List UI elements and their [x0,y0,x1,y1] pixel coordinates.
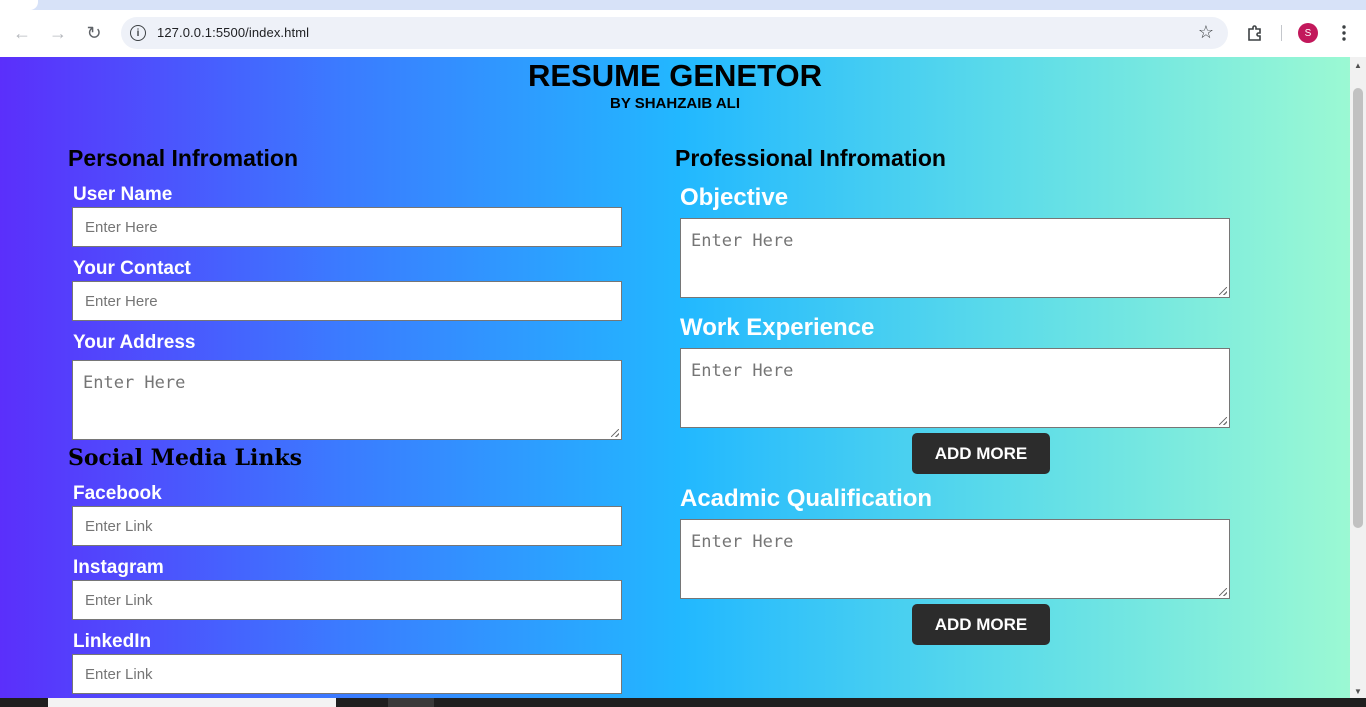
browser-toolbar: ← → ↻ i 127.0.0.1:5500/index.html ☆ S [0,10,1366,57]
tab-strip [0,0,1366,10]
work-experience-label: Work Experience [680,314,875,341]
objective-textarea[interactable]: Enter Here [680,218,1230,298]
site-info-icon[interactable]: i [130,25,146,41]
scroll-up-arrow-icon[interactable]: ▲ [1354,61,1362,70]
contact-input[interactable]: Enter Here [72,281,622,321]
facebook-input[interactable]: Enter Link [72,506,622,546]
add-more-qualification-button[interactable]: ADD MORE [912,604,1050,645]
page-title: RESUME GENETOR [528,58,822,93]
qualification-label: Acadmic Qualification [680,485,933,512]
extensions-puzzle-icon[interactable] [1244,22,1266,44]
objective-label: Objective [680,184,789,211]
resize-grip-icon[interactable] [611,429,619,437]
resize-grip-icon[interactable] [1219,588,1227,596]
work-experience-placeholder: Enter Here [691,361,794,381]
user-name-label: User Name [73,184,173,205]
address-textarea[interactable]: Enter Here [72,360,622,440]
work-experience-textarea[interactable]: Enter Here [680,348,1230,428]
scrollbar-thumb[interactable] [1353,88,1363,528]
taskbar-app-button[interactable] [388,698,434,707]
add-more-experience-button[interactable]: ADD MORE [912,433,1050,474]
contact-label: Your Contact [73,258,191,279]
url-text[interactable]: 127.0.0.1:5500/index.html [157,25,309,40]
address-bar[interactable]: i 127.0.0.1:5500/index.html ☆ [121,17,1228,49]
objective-placeholder: Enter Here [691,231,794,251]
instagram-input[interactable]: Enter Link [72,580,622,620]
professional-info-heading: Professional Infromation [675,145,946,171]
address-placeholder: Enter Here [83,373,186,393]
instagram-label: Instagram [73,557,164,578]
forward-arrow-icon[interactable]: → [46,21,70,45]
scroll-down-arrow-icon[interactable]: ▼ [1354,687,1362,696]
page-subtitle: BY SHAHZAIB ALI [609,95,740,112]
profile-avatar[interactable]: S [1298,23,1318,43]
user-name-input[interactable]: Enter Here [72,207,622,247]
active-tab-edge[interactable] [0,0,38,10]
menu-kebab-icon[interactable] [1333,22,1355,44]
page-scrollbar[interactable]: ▲ ▼ [1350,57,1366,698]
qualification-textarea[interactable]: Enter Here [680,519,1230,599]
page-viewport: RESUME GENETOR BY SHAHZAIB ALI Personal … [0,57,1366,698]
reload-icon[interactable]: ↻ [82,21,106,45]
toolbar-separator [1281,25,1282,41]
bookmark-star-icon[interactable]: ☆ [1198,22,1214,43]
qualification-placeholder: Enter Here [691,532,794,552]
resize-grip-icon[interactable] [1219,417,1227,425]
linkedin-input[interactable]: Enter Link [72,654,622,694]
social-media-heading: Social Media Links [68,445,303,471]
personal-info-heading: Personal Infromation [68,145,299,171]
facebook-label: Facebook [73,483,162,504]
tab-strip-background [0,0,1366,10]
os-taskbar [0,698,1366,707]
back-arrow-icon[interactable]: ← [10,21,34,45]
address-label: Your Address [73,332,196,353]
linkedin-label: LinkedIn [73,631,152,652]
resize-grip-icon[interactable] [1219,287,1227,295]
taskbar-window-button[interactable] [48,698,336,707]
